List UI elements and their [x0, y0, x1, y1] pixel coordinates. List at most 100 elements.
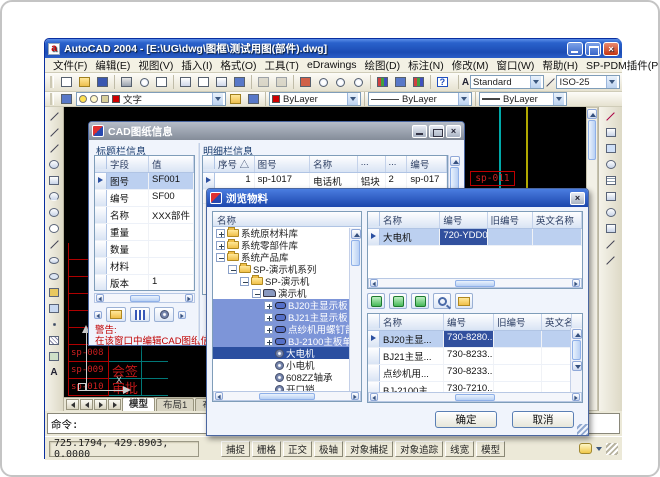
cancel-button[interactable]: 取消 — [512, 411, 574, 428]
redo-button[interactable] — [273, 74, 290, 90]
insert-block-button[interactable] — [46, 285, 62, 300]
construction-line-button[interactable] — [46, 125, 62, 140]
point-button[interactable] — [46, 317, 62, 332]
ortho-toggle[interactable]: 正交 — [283, 441, 312, 457]
osnap-toggle[interactable]: 对象捕捉 — [345, 441, 393, 457]
expand-icon[interactable] — [264, 337, 273, 346]
dim-style-combo[interactable]: ISO-25 — [556, 75, 620, 89]
color-combo[interactable]: ByLayer — [269, 92, 361, 106]
snap-toggle[interactable]: 捕捉 — [221, 441, 250, 457]
new-button[interactable] — [58, 74, 75, 90]
cut-button[interactable] — [177, 74, 194, 90]
menu-file[interactable]: 文件(F) — [49, 58, 91, 73]
grid-row[interactable]: 大电机 720-YDD0... — [368, 229, 582, 246]
plot-button[interactable] — [118, 74, 135, 90]
save-button[interactable] — [94, 74, 111, 90]
import-button[interactable] — [106, 307, 126, 322]
toolbar-grip[interactable] — [50, 76, 54, 88]
stretch-button[interactable] — [603, 237, 619, 252]
close-button[interactable]: × — [603, 42, 619, 56]
grid-row[interactable]: 名称 XXX部件 — [95, 207, 194, 224]
help-button[interactable]: ? — [434, 74, 451, 90]
publish-button[interactable] — [153, 74, 170, 90]
expand-icon[interactable] — [216, 241, 225, 250]
text-style-combo[interactable]: Standard — [470, 75, 544, 89]
region-button[interactable] — [46, 349, 62, 364]
polygon-button[interactable] — [46, 157, 62, 172]
lineweight-combo[interactable]: ByLayer — [479, 92, 567, 106]
coordinate-readout[interactable]: 725.1794, 429.8903, 0.0000 — [49, 441, 199, 457]
grid-row[interactable]: 数量 — [95, 241, 194, 258]
panel-splitter[interactable] — [197, 143, 200, 341]
browse-close-button[interactable]: × — [570, 192, 585, 205]
layer-combo[interactable]: 文字 — [76, 92, 226, 106]
dialog-maximize-button[interactable] — [429, 125, 444, 138]
copy-button[interactable] — [195, 74, 212, 90]
make-block-button[interactable] — [46, 301, 62, 316]
tab-first-button[interactable] — [66, 399, 79, 410]
array-button[interactable] — [603, 173, 619, 188]
collapse-icon[interactable] — [228, 265, 237, 274]
mirror-button[interactable] — [603, 141, 619, 156]
titleblock-grid[interactable]: 字段 值 图号 SF001 编号 SF00 名称 XXX部件 重量 — [94, 155, 195, 291]
tool-palettes-button[interactable] — [410, 74, 427, 90]
resize-grip[interactable] — [606, 443, 618, 455]
trim-button[interactable] — [603, 253, 619, 268]
toolbar-scroll-right-icon[interactable] — [178, 311, 186, 319]
tree-vscrollbar[interactable] — [349, 228, 361, 392]
menu-edrawings[interactable]: eDrawings — [303, 59, 361, 71]
tree-header[interactable]: 名称 — [213, 212, 361, 227]
layer-previous-button[interactable] — [245, 93, 262, 106]
menu-view[interactable]: 视图(V) — [134, 58, 177, 73]
menu-modify[interactable]: 修改(M) — [448, 58, 493, 73]
expand-icon[interactable] — [264, 301, 273, 310]
grid-row[interactable]: 点纱机用... 730-8233... — [368, 365, 582, 382]
titleblock-hscrollbar[interactable] — [94, 293, 195, 303]
grid-row[interactable]: 材料 — [95, 258, 194, 275]
move-button[interactable] — [603, 189, 619, 204]
minimize-button[interactable] — [567, 42, 583, 56]
list-hscrollbar[interactable] — [368, 392, 582, 402]
scroll-up-icon[interactable] — [587, 109, 597, 119]
tab-last-button[interactable] — [108, 399, 121, 410]
zoom-realtime-button[interactable] — [315, 74, 332, 90]
expand-icon[interactable] — [264, 313, 273, 322]
tab-next-button[interactable] — [94, 399, 107, 410]
columns-button[interactable] — [130, 307, 150, 322]
line-button[interactable] — [46, 109, 62, 124]
title-bar[interactable]: a AutoCAD 2004 - [E:\UG\dwg\图框\测试用图(部件).… — [45, 39, 622, 58]
arc-button[interactable] — [46, 189, 62, 204]
menu-insert[interactable]: 插入(I) — [177, 58, 216, 73]
tab-model[interactable]: 模型 — [122, 397, 155, 411]
menu-help[interactable]: 帮助(H) — [538, 58, 582, 73]
menu-dimension[interactable]: 标注(N) — [404, 58, 448, 73]
tab-layout1[interactable]: 布局1 — [156, 398, 194, 411]
layer-manager-button[interactable] — [58, 93, 75, 106]
move-down-button[interactable] — [389, 293, 407, 309]
grid-hscrollbar[interactable] — [368, 278, 582, 288]
copy-object-button[interactable] — [603, 125, 619, 140]
maximize-button[interactable] — [585, 42, 601, 56]
grid-toggle[interactable]: 栅格 — [252, 441, 281, 457]
text-button[interactable]: A — [46, 365, 62, 380]
grid-row[interactable]: 版本 1 — [95, 275, 194, 291]
polyline-button[interactable] — [46, 141, 62, 156]
communication-center-icon[interactable] — [579, 443, 592, 454]
refresh-button[interactable] — [367, 293, 385, 309]
collapse-icon[interactable] — [252, 289, 261, 298]
ok-button[interactable]: 确定 — [435, 411, 497, 428]
zoom-previous-button[interactable] — [350, 74, 367, 90]
grid-row[interactable]: 重量 — [95, 224, 194, 241]
open-button[interactable] — [76, 74, 93, 90]
grid-row[interactable]: BJ20主显... 730-8280... — [368, 331, 582, 348]
grid-row[interactable]: 编号 SF00 — [95, 190, 194, 207]
status-menu-arrow-icon[interactable] — [596, 447, 602, 451]
menu-edit[interactable]: 编辑(E) — [91, 58, 134, 73]
properties-button[interactable] — [374, 74, 391, 90]
design-center-button[interactable] — [392, 74, 409, 90]
menu-sp-pdm[interactable]: SP-PDM插件(P) — [582, 58, 660, 73]
revision-cloud-button[interactable] — [46, 221, 62, 236]
offset-button[interactable] — [603, 157, 619, 172]
rotate-button[interactable] — [603, 205, 619, 220]
paste-button[interactable] — [213, 74, 230, 90]
